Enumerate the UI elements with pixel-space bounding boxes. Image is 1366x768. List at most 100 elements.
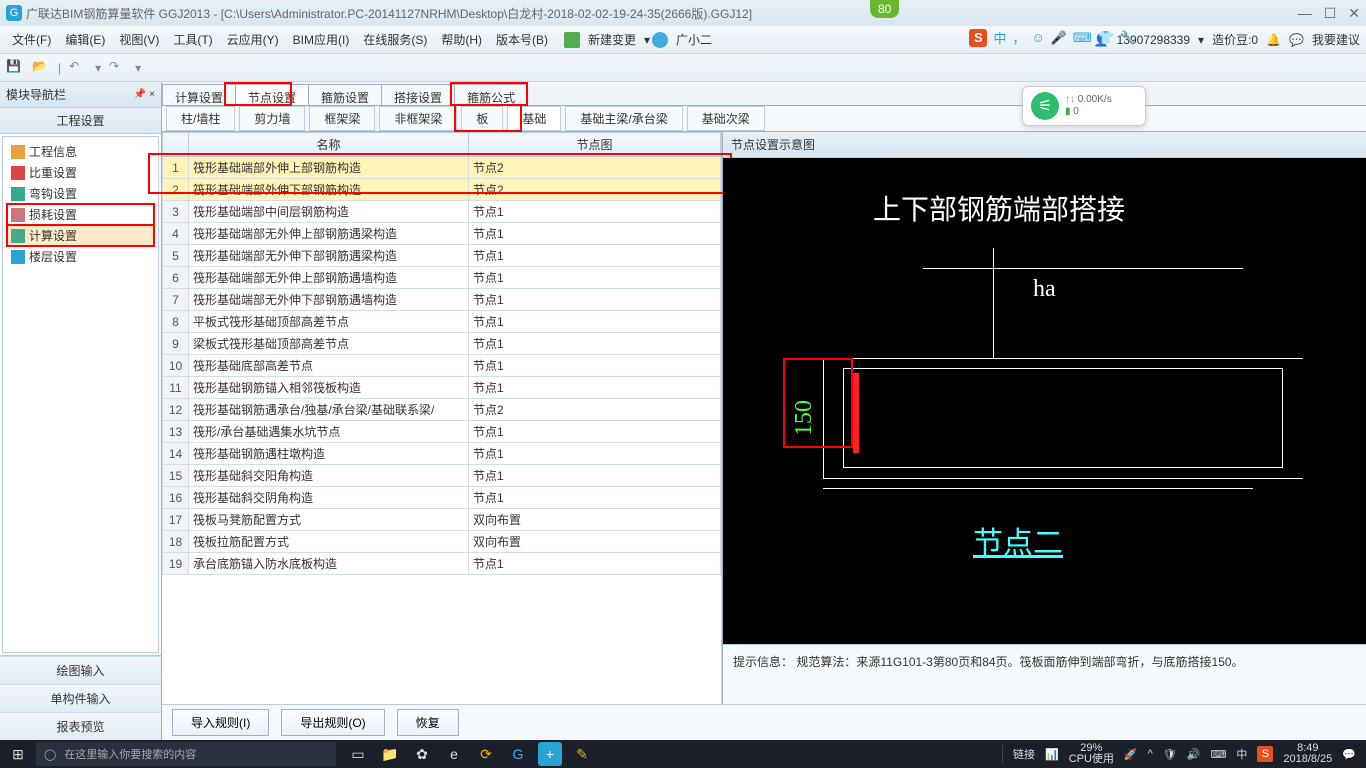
grid-row[interactable]: 5筏形基础端部无外伸下部钢筋遇梁构造节点1 xyxy=(163,245,721,267)
taskbar-app-2[interactable]: ✿ xyxy=(410,742,434,766)
grid-row[interactable]: 17筏板马凳筋配置方式双向布置 xyxy=(163,509,721,531)
save-icon[interactable]: 💾 xyxy=(6,59,24,77)
menu-new-change[interactable]: 新建变更 xyxy=(582,27,642,52)
tray-notification-icon[interactable]: 💬 xyxy=(1342,748,1356,761)
grid-row[interactable]: 8平板式筏形基础顶部高差节点节点1 xyxy=(163,311,721,333)
grid-row[interactable]: 3筏形基础端部中间层钢筋构造节点1 xyxy=(163,201,721,223)
tab-draw-input[interactable]: 绘图输入 xyxy=(0,656,161,684)
pin-icon[interactable]: 📌 × xyxy=(134,89,155,100)
grid-row[interactable]: 12筏形基础钢筋遇承台/独基/承台梁/基础联系梁/节点2 xyxy=(163,399,721,421)
menu-cloud[interactable]: 云应用(Y) xyxy=(221,27,285,52)
grid-row[interactable]: 4筏形基础端部无外伸上部钢筋遇梁构造节点1 xyxy=(163,223,721,245)
tray-link[interactable]: 链接 xyxy=(1013,746,1035,762)
menu-online[interactable]: 在线服务(S) xyxy=(357,27,433,52)
avatar-icon[interactable] xyxy=(652,32,668,48)
grid-row[interactable]: 13筏形/承台基础遇集水坑节点节点1 xyxy=(163,421,721,443)
tab-single-input[interactable]: 单构件输入 xyxy=(0,684,161,712)
start-button[interactable]: ⊞ xyxy=(0,746,36,763)
menu-version[interactable]: 版本号(B) xyxy=(490,27,554,52)
grid-row[interactable]: 16筏形基础斜交阴角构造节点1 xyxy=(163,487,721,509)
grid-row[interactable]: 2筏形基础端部外伸下部钢筋构造节点2 xyxy=(163,179,721,201)
tray-shield-icon[interactable]: 🛡 xyxy=(1163,748,1177,761)
menu-view[interactable]: 视图(V) xyxy=(113,27,165,52)
component-tab-7[interactable]: 基础次梁 xyxy=(687,106,765,131)
component-tab-0[interactable]: 柱/墙柱 xyxy=(166,106,235,131)
maximize-button[interactable]: ☐ xyxy=(1324,5,1337,22)
grid-row[interactable]: 6筏形基础端部无外伸上部钢筋遇墙构造节点1 xyxy=(163,267,721,289)
nav-item-2[interactable]: 弯钩设置 xyxy=(7,183,154,204)
tray-chart-icon[interactable]: 📊 xyxy=(1045,748,1059,761)
tray-rocket-icon[interactable]: 🚀 xyxy=(1124,748,1138,761)
network-widget[interactable]: ⚟ ↑↓ 0.00K/s ▮ 0 xyxy=(1022,86,1146,126)
open-icon[interactable]: 📂 xyxy=(32,59,50,77)
taskbar-edge[interactable]: e xyxy=(442,742,466,766)
component-tab-1[interactable]: 剪力墙 xyxy=(239,106,305,131)
ime-cn[interactable]: 中 xyxy=(993,28,1006,47)
export-rules-button[interactable]: 导出规则(O) xyxy=(281,709,384,736)
nav-item-3[interactable]: 损耗设置 xyxy=(7,204,154,225)
taskbar-app-5[interactable]: + xyxy=(538,742,562,766)
undo-icon[interactable]: ↶ xyxy=(69,59,87,77)
bell-icon[interactable]: 🔔 xyxy=(1266,33,1281,47)
taskbar-search[interactable]: ◯ 在这里输入你要搜索的内容 xyxy=(36,742,336,766)
nav-item-0[interactable]: 工程信息 xyxy=(7,141,154,162)
tray-sogou-icon[interactable]: S xyxy=(1257,746,1273,762)
chat-icon[interactable]: 💬 xyxy=(1289,33,1304,47)
taskview-icon[interactable]: ▭ xyxy=(346,742,370,766)
nav-item-1[interactable]: 比重设置 xyxy=(7,162,154,183)
hint-label: 提示信息： xyxy=(733,655,793,669)
settings-tab-2[interactable]: 箍筋设置 xyxy=(308,84,382,105)
minimize-button[interactable]: — xyxy=(1298,5,1312,22)
ime-punct-icon[interactable]: ， xyxy=(1012,28,1025,47)
close-button[interactable]: ✕ xyxy=(1348,5,1360,22)
ime-mic-icon[interactable]: 🎤 xyxy=(1051,30,1067,46)
tray-up-icon[interactable]: ^ xyxy=(1148,748,1153,760)
grid-row[interactable]: 10筏形基础底部高差节点节点1 xyxy=(163,355,721,377)
menu-bim[interactable]: BIM应用(I) xyxy=(287,27,356,52)
nav-item-5[interactable]: 楼层设置 xyxy=(7,246,154,267)
ime-smile-icon[interactable]: ☺ xyxy=(1031,30,1044,45)
plus-icon[interactable] xyxy=(564,32,580,48)
grid-row[interactable]: 14筏形基础钢筋遇柱墩构造节点1 xyxy=(163,443,721,465)
ime-keyboard-icon[interactable]: ⌨ xyxy=(1073,30,1092,46)
import-rules-button[interactable]: 导入规则(I) xyxy=(172,709,269,736)
grid-row[interactable]: 11筏形基础钢筋锚入相邻筏板构造节点1 xyxy=(163,377,721,399)
taskbar-app-6[interactable]: ✎ xyxy=(570,742,594,766)
ime-tool-icon[interactable]: 🔧 xyxy=(1120,30,1136,46)
tray-sound-icon[interactable]: 🔊 xyxy=(1187,748,1201,761)
settings-tab-3[interactable]: 搭接设置 xyxy=(381,84,455,105)
dropdown-icon[interactable]: ▾ xyxy=(644,33,650,47)
component-tab-6[interactable]: 基础主梁/承台梁 xyxy=(565,106,682,131)
component-tab-2[interactable]: 框架梁 xyxy=(309,106,375,131)
menu-file[interactable]: 文件(F) xyxy=(6,27,57,52)
grid-row[interactable]: 19承台底筋锚入防水底板构造节点1 xyxy=(163,553,721,575)
tray-keyboard-icon[interactable]: ⌨ xyxy=(1210,748,1226,761)
tab-report-preview[interactable]: 报表预览 xyxy=(0,712,161,740)
sogou-icon[interactable]: S xyxy=(969,29,987,47)
grid-table[interactable]: 名称节点图1筏形基础端部外伸上部钢筋构造节点22筏形基础端部外伸下部钢筋构造节点… xyxy=(162,132,721,575)
restore-button[interactable]: 恢复 xyxy=(397,709,459,736)
grid-row[interactable]: 9梁板式筏形基础顶部高差节点节点1 xyxy=(163,333,721,355)
dropdown-icon[interactable]: ▾ xyxy=(95,61,101,75)
taskbar-app-1[interactable]: 📁 xyxy=(378,742,402,766)
left-section-header[interactable]: 工程设置 xyxy=(0,108,161,134)
taskbar-app-4[interactable]: G xyxy=(506,742,530,766)
menu-edit[interactable]: 编辑(E) xyxy=(59,27,111,52)
grid-row[interactable]: 15筏形基础斜交阳角构造节点1 xyxy=(163,465,721,487)
nav-item-4[interactable]: 计算设置 xyxy=(7,225,154,246)
user-name[interactable]: 广小二 xyxy=(670,27,718,52)
menu-tools[interactable]: 工具(T) xyxy=(167,27,218,52)
ime-skin-icon[interactable]: 👕 xyxy=(1098,30,1114,46)
menu-help[interactable]: 帮助(H) xyxy=(435,27,488,52)
component-tab-3[interactable]: 非框架梁 xyxy=(379,106,457,131)
tray-ime[interactable]: 中 xyxy=(1236,746,1247,762)
dropdown-icon[interactable]: ▾ xyxy=(1198,33,1204,47)
redo-icon[interactable]: ↷ xyxy=(109,59,127,77)
grid-row[interactable]: 1筏形基础端部外伸上部钢筋构造节点2 xyxy=(163,157,721,179)
grid-row[interactable]: 7筏形基础端部无外伸下部钢筋遇墙构造节点1 xyxy=(163,289,721,311)
clock-date[interactable]: 2018/8/25 xyxy=(1283,754,1332,765)
taskbar-app-3[interactable]: ⟳ xyxy=(474,742,498,766)
dropdown-icon[interactable]: ▾ xyxy=(135,61,141,75)
grid-row[interactable]: 18筏板拉筋配置方式双向布置 xyxy=(163,531,721,553)
feedback-link[interactable]: 我要建议 xyxy=(1312,31,1360,48)
